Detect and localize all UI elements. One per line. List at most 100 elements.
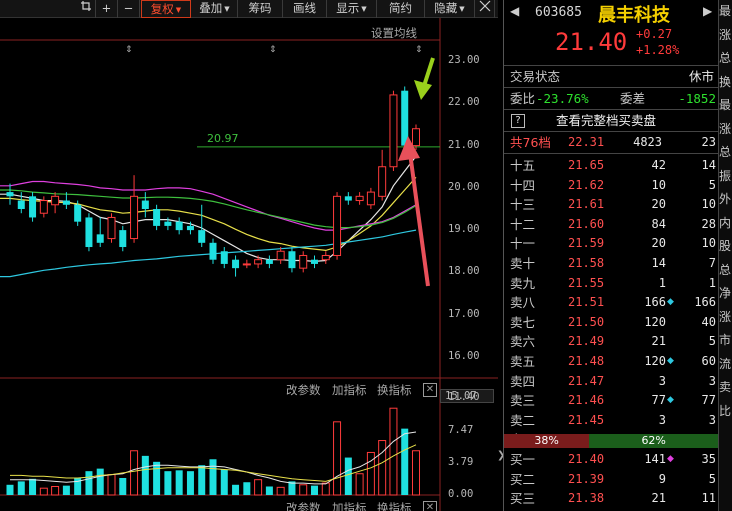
order-level-row[interactable]: 十一 21.59 20 10 [504, 234, 718, 254]
level-orders: 166 [694, 295, 716, 310]
order-level-row[interactable]: 十五 21.65 42 14 [504, 156, 718, 176]
edit-params-button[interactable]: 改参数 [286, 382, 321, 398]
level-label: 卖六 [510, 334, 536, 350]
large-order-icon: ◆ [667, 297, 674, 308]
switch-indicator-button[interactable]: 换指标 [377, 382, 412, 398]
order-level-row[interactable]: 买一 21.40 141 ◆ 35 [504, 450, 718, 470]
overlay-dropdown[interactable]: 叠加 ▼ [192, 0, 238, 18]
chips-button[interactable]: 筹码 [238, 0, 283, 18]
level-label: 卖三 [510, 393, 536, 409]
side-label-fragment: 外 [719, 192, 732, 206]
volume-bar-down [119, 477, 127, 495]
close-indicator-button-2[interactable]: ✕ [423, 501, 437, 511]
order-level-row[interactable]: 卖六 21.49 21 5 [504, 332, 718, 352]
order-level-row[interactable]: 买二 21.39 9 5 [504, 470, 718, 490]
candle-body-down [265, 259, 273, 264]
order-level-row[interactable]: 卖八 21.51 166 ◆ 166 [504, 293, 718, 313]
candle-body-up [355, 195, 364, 202]
order-level-row[interactable]: 卖四 21.47 3 3 [504, 372, 718, 392]
level-label: 十五 [510, 158, 536, 173]
chevron-down-icon: ▼ [459, 5, 465, 13]
draw-line-button[interactable]: 画线 [283, 0, 327, 18]
order-level-row[interactable]: 买三 21.38 21 11 [504, 489, 718, 509]
volume-tick-label: 0.00 [448, 488, 474, 500]
order-level-row[interactable]: 卖七 21.50 120 40 [504, 313, 718, 333]
large-order-icon: ◆ [667, 356, 674, 366]
level-orders: 11 [701, 491, 716, 506]
range-marker-icon: ⇕ [415, 45, 423, 55]
kline-chart[interactable]: ⇕ ⇕ ⇕ [0, 18, 498, 511]
candle-body-down [62, 200, 70, 205]
level-price: 21.55 [568, 275, 605, 290]
side-label-fragment: 流 [719, 356, 732, 371]
candle-body-up [130, 195, 139, 240]
candle-body-down [119, 230, 127, 248]
side-label-fragment: 最 [719, 4, 732, 18]
zoom-out-button[interactable]: − [118, 0, 140, 18]
level-label: 买一 [510, 452, 536, 467]
level-label: 卖九 [510, 275, 536, 291]
volume-bar-down [198, 465, 206, 495]
candle-body-up [299, 254, 308, 269]
full-book-button[interactable]: 查看完整档买卖盘 [556, 111, 656, 131]
candle-body-up [412, 128, 420, 147]
range-marker-icon: ⇕ [125, 45, 133, 55]
level-label: 卖五 [510, 354, 536, 369]
close-indicator-button[interactable]: ✕ [423, 383, 437, 397]
volume-bar-down [96, 468, 104, 495]
chart-area[interactable]: ⇕ ⇕ ⇕ 设置均线 20.97 23.00 22.00 21.00 20.00 19.… [0, 18, 498, 511]
help-icon[interactable]: ? [511, 114, 525, 128]
display-dropdown[interactable]: 显示 ▼ [327, 0, 377, 18]
level-label: 十一 [510, 236, 536, 252]
volume-bar-up [389, 407, 398, 496]
edit-params-button-2[interactable]: 改参数 [286, 500, 321, 511]
order-level-row[interactable]: 卖五 21.48 120 ◆ 60 [504, 352, 718, 372]
full-book-row[interactable]: ? 查看完整档买卖盘 [504, 111, 718, 131]
side-label-fragment: 总 [719, 51, 732, 65]
volume-bar-down [175, 470, 183, 495]
level-price: 21.51 [568, 295, 605, 310]
level-orders: 10 [701, 197, 716, 212]
next-stock-icon[interactable]: ▶ [703, 4, 712, 18]
side-label-fragment: 股 [719, 239, 732, 253]
order-level-row[interactable]: 卖二 21.45 3 3 [504, 411, 718, 431]
switch-indicator-button-2[interactable]: 换指标 [377, 500, 412, 511]
quote-header: ◀ 603685 晨丰科技 ▶ 21.40 +0.27 +1.28% [504, 0, 718, 62]
price-tick-label: 20.00 [448, 180, 480, 193]
level-label: 卖二 [510, 412, 536, 428]
adjust-rights-dropdown[interactable]: 复权 ▼ [141, 0, 191, 18]
expand-button[interactable] [475, 0, 495, 18]
candle-body-down [29, 196, 37, 218]
level-volume: 21 [651, 334, 666, 349]
ma-line [0, 189, 417, 229]
order-level-row[interactable]: 十四 21.62 10 5 [504, 176, 718, 196]
chevron-down-icon: ▼ [175, 6, 182, 14]
chevron-down-icon: ▼ [361, 5, 367, 13]
truncated-side-panel: 最涨总换最涨总振外内股总净涨市流卖比 [718, 0, 732, 511]
set-ma-button[interactable]: 设置均线 [371, 25, 417, 41]
candle-body-down [96, 234, 104, 243]
level-label: 卖四 [510, 373, 536, 389]
add-indicator-button-2[interactable]: 加指标 [332, 500, 367, 511]
candle-body-down [17, 200, 25, 209]
prev-stock-icon[interactable]: ◀ [510, 4, 519, 18]
level-volume: 141 [644, 452, 666, 466]
crop-button[interactable] [76, 0, 96, 18]
simple-button[interactable]: 简约 [377, 0, 425, 18]
hide-dropdown[interactable]: 隐藏 ▼ [425, 0, 475, 18]
volume-bar-down [85, 471, 93, 495]
order-level-row[interactable]: 卖三 21.46 77 ◆ 77 [504, 391, 718, 411]
add-indicator-button[interactable]: 加指标 [332, 382, 367, 398]
price-tick-label: 19.00 [448, 223, 480, 236]
level-orders: 1 [708, 275, 716, 290]
level-volume: 3 [658, 412, 666, 427]
candle-body-up [366, 191, 375, 206]
zoom-in-button[interactable]: + [96, 0, 118, 18]
order-level-row[interactable]: 卖十 21.58 14 7 [504, 254, 718, 274]
volume-bar-down [153, 461, 161, 495]
level-orders: 14 [701, 158, 716, 172]
order-level-row[interactable]: 十二 21.60 84 28 [504, 215, 718, 235]
volume-bar-down [220, 469, 228, 495]
order-level-row[interactable]: 卖九 21.55 1 1 [504, 274, 718, 294]
order-level-row[interactable]: 十三 21.61 20 10 [504, 195, 718, 215]
